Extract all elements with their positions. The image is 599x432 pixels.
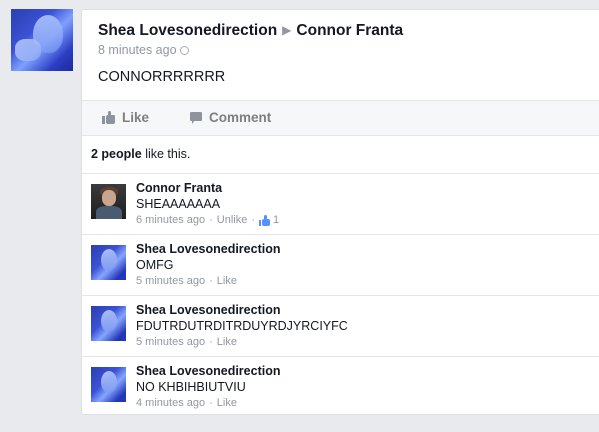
comment-item: Connor Franta SHEAAAAAAA 6 minutes ago ·… [82,174,599,235]
comment-text: FDUTRDUTRDITRDUYRDJYRCIYFC [136,319,348,333]
comment-content: Shea Lovesonedirection OMFG 5 minutes ag… [136,242,280,287]
target-name-link[interactable]: Connor Franta [296,22,403,39]
comment-button[interactable]: Comment [190,110,271,125]
separator-dot: · [209,214,213,226]
avatar-hand [15,39,41,61]
comment-item: Shea Lovesonedirection FDUTRDUTRDITRDUYR… [82,296,599,357]
thumbs-up-icon [102,111,115,124]
comment-text: SHEAAAAAAA [136,197,221,211]
like-link[interactable]: Like [217,397,237,409]
comment-meta: 6 minutes ago · Unlike · 1 [136,214,279,226]
commenter-name[interactable]: Shea Lovesonedirection [136,242,280,256]
commenter-avatar[interactable] [91,306,126,341]
separator-dot: · [209,336,213,348]
post-timestamp[interactable]: 8 minutes ago [98,43,177,57]
separator-dot: · [209,397,213,409]
post-body: CONNORRRRRRR [98,69,226,85]
separator-dot: · [251,214,256,226]
unlike-link[interactable]: Unlike [217,214,248,226]
comment-text: NO KHBIHBIUTVIU [136,380,246,394]
thumbs-up-icon[interactable] [259,214,271,226]
commenter-avatar[interactable] [91,245,126,280]
comment-item: Shea Lovesonedirection NO KHBIHBIUTVIU 4… [82,357,599,418]
post-card: Shea Lovesonedirection ▶ Connor Franta 8 m… [81,9,599,415]
globe-icon[interactable] [179,46,189,55]
comment-timestamp[interactable]: 5 minutes ago [136,336,205,348]
author-line: Shea Lovesonedirection ▶ Connor Franta [98,22,403,40]
comment-content: Shea Lovesonedirection NO KHBIHBIUTVIU 4… [136,364,280,409]
commenter-avatar[interactable] [91,184,126,219]
author-name-link[interactable]: Shea Lovesonedirection [98,22,277,39]
comment-timestamp[interactable]: 5 minutes ago [136,275,205,287]
like-link[interactable]: Like [217,275,237,287]
commenter-name[interactable]: Shea Lovesonedirection [136,364,280,378]
comment-timestamp[interactable]: 6 minutes ago [136,214,205,226]
like-label: Like [122,110,150,125]
commenter-name[interactable]: Shea Lovesonedirection [136,303,348,317]
comment-like-count[interactable]: 1 [273,214,279,226]
post-meta: 8 minutes ago [98,43,403,57]
comment-meta: 4 minutes ago · Like [136,397,280,409]
likes-count-link[interactable]: 2 people [91,147,142,161]
comment-meta: 5 minutes ago · Like [136,336,348,348]
post-header: Shea Lovesonedirection ▶ Connor Franta 8 m… [98,22,403,57]
comment-text: OMFG [136,258,174,272]
comment-content: Connor Franta SHEAAAAAAA 6 minutes ago ·… [136,181,279,226]
like-link[interactable]: Like [217,336,237,348]
separator-dot: · [209,275,213,287]
likes-suffix: like this. [141,147,191,161]
comment-content: Shea Lovesonedirection FDUTRDUTRDITRDUYR… [136,303,348,348]
arrow-right-icon: ▶ [282,23,292,37]
commenter-name[interactable]: Connor Franta [136,181,279,195]
action-bar: Like Comment [82,100,599,136]
comment-timestamp[interactable]: 4 minutes ago [136,397,205,409]
comment-item: Shea Lovesonedirection OMFG 5 minutes ag… [82,235,599,296]
comment-meta: 5 minutes ago · Like [136,275,280,287]
comment-label: Comment [209,110,272,125]
likes-summary: 2 people like this. [82,136,599,174]
author-avatar[interactable] [11,9,73,71]
like-button[interactable]: Like [102,110,149,125]
speech-bubble-icon [190,111,202,124]
commenter-avatar[interactable] [91,367,126,402]
